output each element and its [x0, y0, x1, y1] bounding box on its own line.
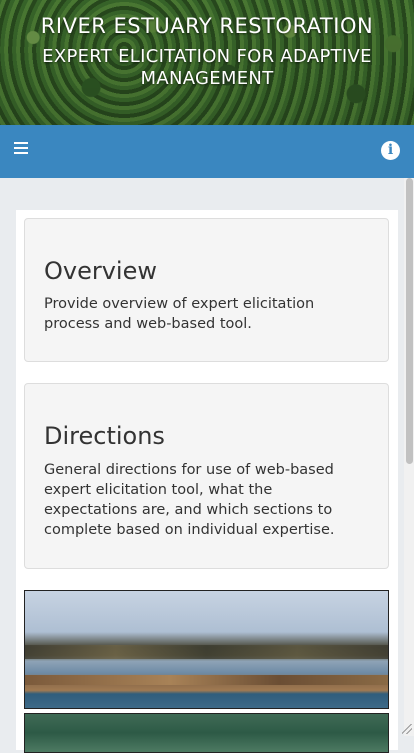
directions-text: General directions for use of web-based … — [44, 462, 335, 538]
resize-grip-icon[interactable] — [402, 724, 412, 734]
scrollbar-thumb[interactable] — [406, 178, 413, 464]
header-banner: RIVER ESTUARY RESTORATION EXPERT ELICITA… — [0, 0, 414, 125]
hamburger-menu-icon[interactable] — [14, 142, 28, 156]
info-circle-icon[interactable]: i — [381, 141, 400, 160]
estuary-photo-second — [24, 713, 389, 753]
estuary-photo — [24, 590, 389, 709]
toolbar — [0, 125, 414, 178]
overview-heading: Overview — [44, 257, 157, 285]
overview-card: Overview Provide overview of expert elic… — [24, 218, 389, 362]
directions-card: Directions General directions for use of… — [24, 383, 389, 569]
site-subtitle: EXPERT ELICITATION FOR ADAPTIVE MANAGEME… — [42, 46, 372, 89]
directions-heading: Directions — [44, 422, 165, 450]
site-title: RIVER ESTUARY RESTORATION — [40, 14, 374, 38]
overview-text: Provide overview of expert elicitation p… — [44, 296, 315, 332]
